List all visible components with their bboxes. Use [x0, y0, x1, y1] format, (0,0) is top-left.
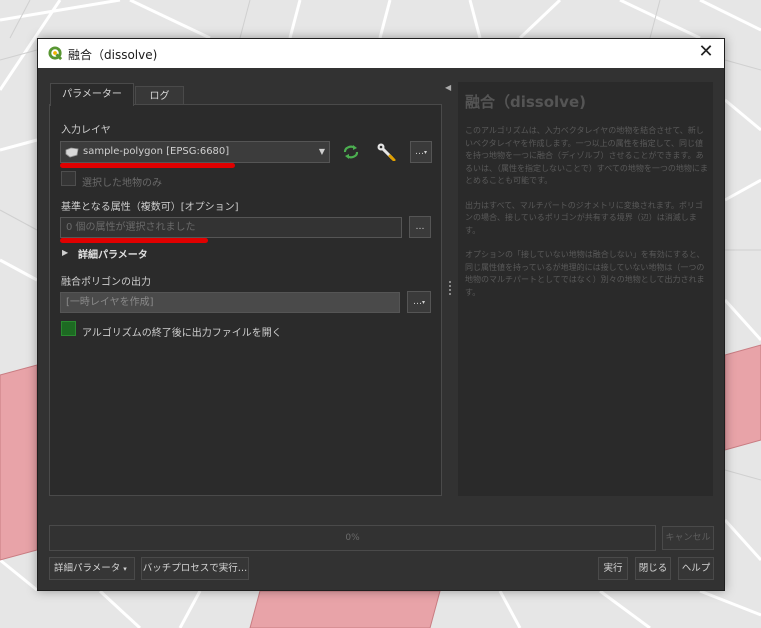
open-output-label: アルゴリズムの終了後に出力ファイルを開く	[82, 328, 282, 339]
annotation-underline	[60, 163, 235, 168]
batch-process-button[interactable]: バッチプロセスで実行…	[141, 557, 249, 580]
annotation-underline-2	[60, 238, 208, 243]
polygon-layer-icon	[65, 147, 79, 158]
dissolve-field-label: 基準となる属性（複数可）[オプション]	[61, 202, 239, 213]
parameters-panel: 入力レイヤ sample-polygon [EPSG:6680] ▼ …▾ 選択…	[49, 104, 442, 496]
triangle-right-icon[interactable]: ▶	[62, 248, 68, 257]
help-title: 融合（dissolve)	[465, 93, 586, 111]
selected-only-label: 選択した地物のみ	[82, 178, 162, 189]
cancel-button[interactable]: キャンセル	[662, 526, 714, 550]
help-panel: 融合（dissolve) このアルゴリズムは、入力ベクタレイヤの地物を結合させて…	[458, 82, 713, 496]
input-layer-label: 入力レイヤ	[61, 125, 111, 136]
run-button[interactable]: 実行	[598, 557, 628, 580]
progress-bar: 0%	[49, 525, 656, 551]
dissolve-field-button[interactable]: …	[409, 216, 431, 238]
help-paragraph: 出力はすべて、マルチパートのジオメトリに変換されます。ポリゴンの場合、接している…	[465, 200, 703, 235]
close-button[interactable]: 閉じる	[635, 557, 671, 580]
help-paragraph: このアルゴリズムは、入力ベクタレイヤの地物を結合させて、新しいベクタレイヤを作成…	[465, 126, 708, 185]
dissolve-dialog: 融合（dissolve) ✕ パラメーター ログ 入力レイヤ sample-po…	[37, 38, 725, 591]
input-layer-combo[interactable]: sample-polygon [EPSG:6680] ▼	[60, 141, 330, 163]
help-paragraph: オプションの「接していない地物は融合しない」を有効にすると、同じ属性値を持ってい…	[465, 250, 705, 297]
input-layer-value: sample-polygon [EPSG:6680]	[83, 146, 230, 157]
title-bar[interactable]: 融合（dissolve) ✕	[38, 39, 724, 68]
dissolve-field-input[interactable]: 0 個の属性が選択されました	[60, 217, 402, 238]
tab-log[interactable]: ログ	[135, 86, 184, 105]
panel-splitter[interactable]	[448, 279, 452, 299]
help-button[interactable]: ヘルプ	[678, 557, 714, 580]
selected-only-checkbox[interactable]	[61, 171, 76, 186]
collapse-help-icon[interactable]: ◀	[445, 83, 451, 92]
close-icon[interactable]: ✕	[696, 42, 716, 62]
tab-parameters[interactable]: パラメーター	[50, 83, 134, 106]
layer-iterate-icon[interactable]	[342, 144, 360, 160]
help-text: このアルゴリズムは、入力ベクタレイヤの地物を結合させて、新しいベクタレイヤを作成…	[465, 125, 710, 311]
qgis-logo-icon	[48, 46, 63, 61]
wrench-icon[interactable]	[376, 143, 396, 161]
chevron-down-icon: ▼	[318, 147, 325, 156]
advanced-section-toggle[interactable]: 詳細パラメータ	[78, 246, 148, 261]
input-layer-options-button[interactable]: …▾	[410, 141, 432, 163]
window-title: 融合（dissolve)	[68, 48, 158, 62]
advanced-button[interactable]: 詳細パラメータ ▾	[49, 557, 135, 580]
output-field[interactable]: [一時レイヤを作成]	[60, 292, 400, 313]
open-output-checkbox[interactable]	[61, 321, 76, 336]
output-label: 融合ポリゴンの出力	[61, 277, 151, 288]
output-options-button[interactable]: …▾	[407, 291, 431, 313]
